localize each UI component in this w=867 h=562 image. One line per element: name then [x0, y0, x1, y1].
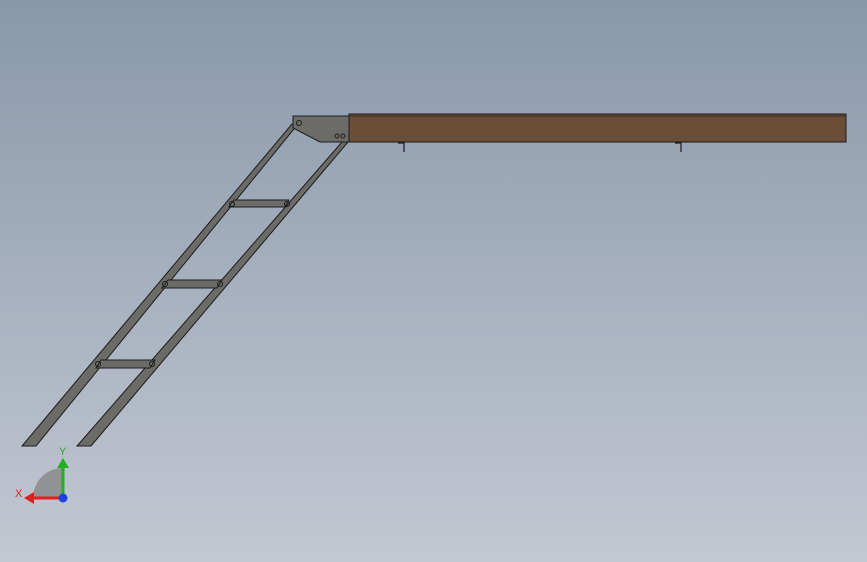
triad-quadrant — [33, 468, 63, 498]
graphics-viewport[interactable]: Y X — [0, 0, 867, 562]
model-canvas: Y X — [15, 113, 847, 504]
ladder-top-bracket[interactable] — [292, 115, 350, 143]
ladder-rung[interactable] — [228, 199, 290, 208]
ladder-rail-left[interactable] — [20, 123, 300, 447]
x-axis-label: X — [15, 488, 23, 500]
ladder-rail-right[interactable] — [75, 141, 350, 447]
y-axis-label: Y — [59, 446, 67, 458]
z-axis-dot — [58, 493, 68, 503]
ladder[interactable] — [20, 115, 350, 447]
deck[interactable] — [348, 113, 847, 152]
x-axis-arrow — [24, 492, 34, 504]
coordinate-triad-icon: Y X — [15, 446, 69, 504]
deck-hanger — [398, 142, 405, 152]
deck-hanger — [675, 142, 682, 152]
y-axis-arrow — [57, 458, 69, 468]
ladder-rung[interactable] — [161, 279, 223, 289]
ladder-rung[interactable] — [95, 359, 156, 369]
deck-board[interactable] — [348, 113, 847, 143]
